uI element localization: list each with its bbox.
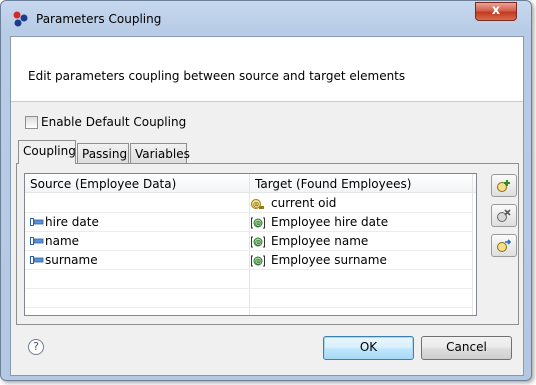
target-label: Employee surname <box>271 253 387 267</box>
add-coupling-button[interactable] <box>491 174 517 197</box>
source-cell: hire date <box>30 215 240 231</box>
source-cell: name <box>30 234 240 250</box>
svg-text:@: @ <box>255 220 261 227</box>
target-cell: @ Employee surname <box>251 253 451 269</box>
edit-coupling-icon <box>497 239 512 252</box>
table-row[interactable] <box>25 270 472 289</box>
coupling-table[interactable]: Source (Employee Data) Target (Found Emp… <box>24 173 477 316</box>
dialog-client-area: Edit parameters coupling between source … <box>10 36 524 376</box>
dialog-description: Edit parameters coupling between source … <box>28 69 406 83</box>
table-row[interactable]: name @ Employee name <box>25 232 472 251</box>
tab-variables[interactable]: Variables <box>130 143 190 164</box>
app-logo-icon <box>12 10 30 28</box>
attribute-box-icon: @ <box>251 217 265 229</box>
tab-coupling[interactable]: Coupling <box>18 140 76 164</box>
column-header-source[interactable]: Source (Employee Data) <box>30 177 176 191</box>
source-cell: surname <box>30 253 240 269</box>
oid-key-icon: @ <box>251 199 264 209</box>
target-cell: @ current oid <box>251 196 411 212</box>
attribute-icon <box>30 237 44 245</box>
ok-button[interactable]: OK <box>323 336 414 360</box>
target-label: Employee hire date <box>271 215 389 229</box>
column-header-target[interactable]: Target (Found Employees) <box>255 177 411 191</box>
svg-text:@: @ <box>255 239 261 246</box>
svg-text:@: @ <box>253 202 259 209</box>
target-label: Employee name <box>271 234 369 248</box>
remove-coupling-icon <box>497 209 511 222</box>
target-cell: @ Employee hire date <box>251 215 451 231</box>
table-row[interactable] <box>25 289 472 308</box>
dialog-header: Edit parameters coupling between source … <box>11 37 523 102</box>
window-title: Parameters Coupling <box>36 12 162 26</box>
table-row[interactable]: hire date @ Employee hire date <box>25 213 472 232</box>
table-row[interactable]: @ current oid <box>25 194 472 213</box>
coupling-tab-panel: Source (Employee Data) Target (Found Emp… <box>16 163 519 325</box>
table-row[interactable]: surname @ Employee surname <box>25 251 472 270</box>
attribute-icon <box>30 218 44 226</box>
svg-text:@: @ <box>255 258 261 265</box>
title-bar[interactable]: Parameters Coupling x <box>1 1 531 37</box>
enable-default-coupling-checkbox[interactable] <box>25 116 38 129</box>
table-header: Source (Employee Data) Target (Found Emp… <box>25 174 476 193</box>
cancel-button[interactable]: Cancel <box>421 336 512 360</box>
edit-coupling-button[interactable] <box>491 234 517 257</box>
target-label: current oid <box>271 196 337 210</box>
dialog-window: Parameters Coupling x Edit parameters co… <box>0 0 532 381</box>
target-cell: @ Employee name <box>251 234 451 250</box>
enable-default-coupling-label: Enable Default Coupling <box>41 115 187 129</box>
attribute-box-icon: @ <box>251 255 265 267</box>
source-label: name <box>45 234 80 248</box>
source-label: surname <box>45 253 98 267</box>
add-coupling-icon <box>497 180 510 192</box>
attribute-icon <box>30 256 44 264</box>
help-icon[interactable]: ? <box>28 339 44 355</box>
attribute-box-icon: @ <box>251 236 265 248</box>
close-button[interactable]: x <box>475 2 517 21</box>
table-right-border <box>472 174 473 315</box>
remove-coupling-button[interactable] <box>491 204 517 227</box>
tab-passing[interactable]: Passing <box>77 143 129 164</box>
source-label: hire date <box>45 215 99 229</box>
